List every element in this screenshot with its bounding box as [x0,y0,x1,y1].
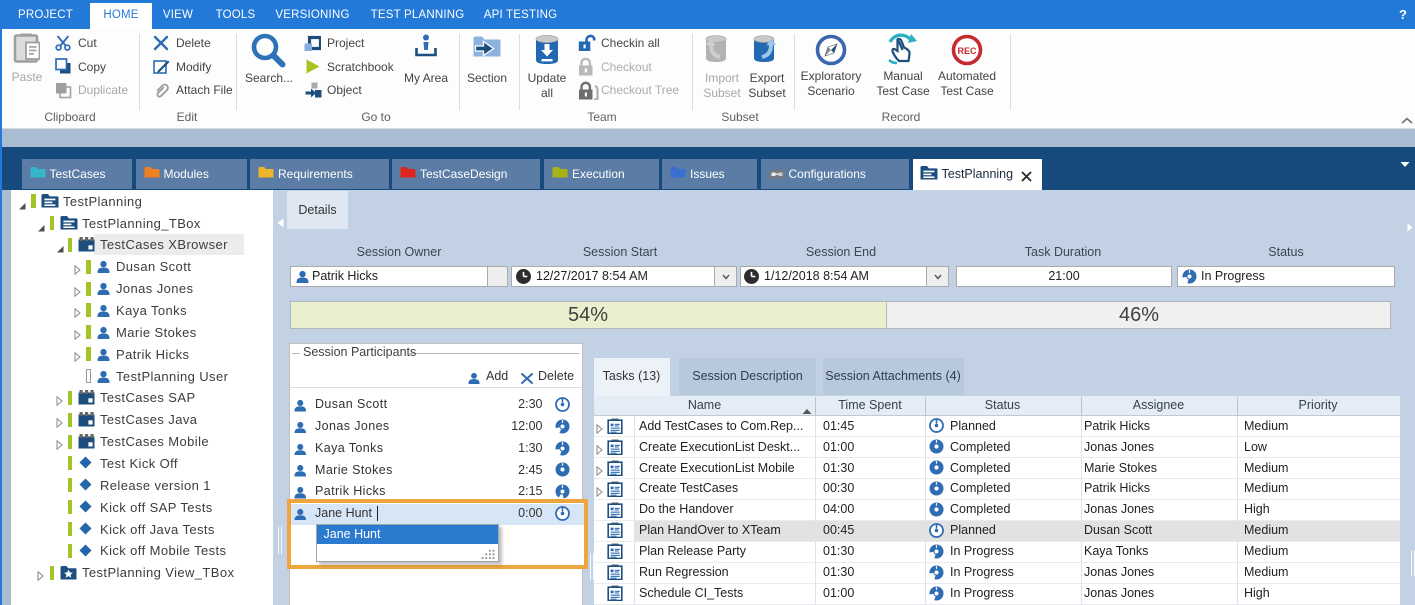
svg-text:REC: REC [957,46,977,56]
